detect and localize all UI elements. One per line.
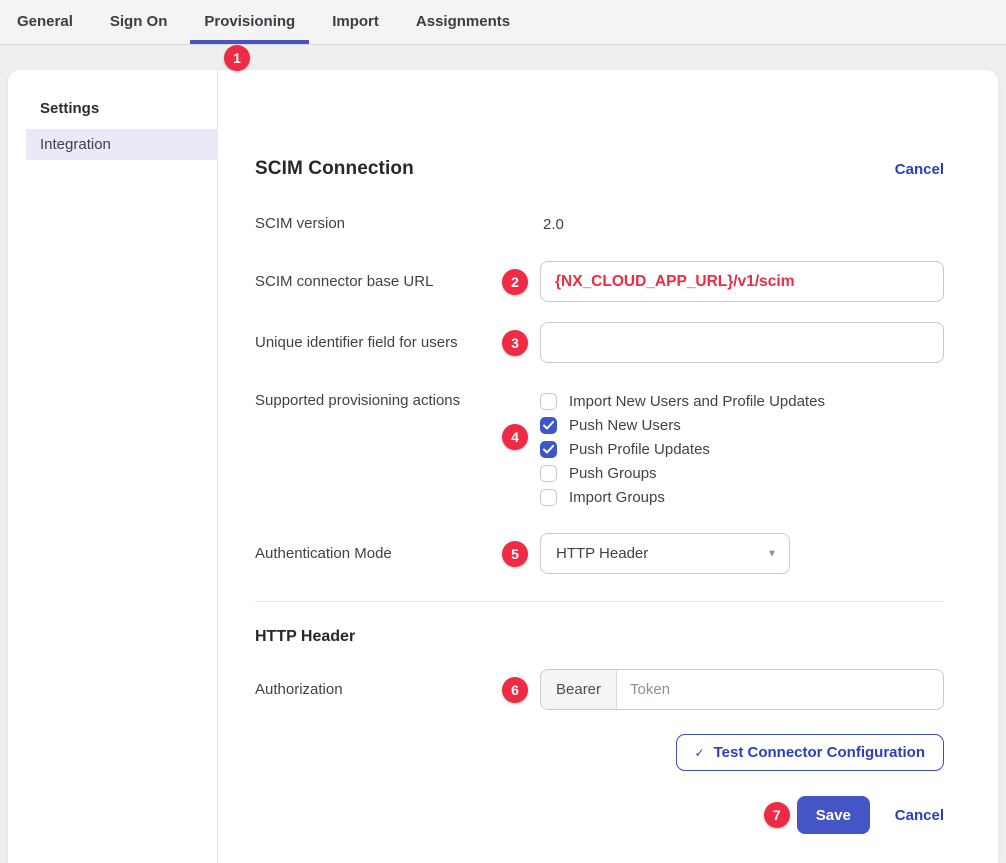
step-badge-3: 3 — [502, 330, 528, 356]
test-connector-configuration-button[interactable]: ✓ Test Connector Configuration — [676, 734, 944, 771]
chevron-down-icon: ▼ — [767, 548, 777, 559]
scim-version-label: SCIM version — [255, 214, 540, 234]
test-connector-configuration-label: Test Connector Configuration — [714, 744, 925, 761]
scim-connection-panel: SCIM Connection Cancel SCIM version 2.0 … — [218, 70, 998, 863]
tab-general[interactable]: General — [3, 0, 87, 44]
bearer-prefix: Bearer — [541, 670, 617, 709]
sidebar-item-integration[interactable]: Integration — [26, 129, 217, 160]
authorization-input-group: Bearer — [540, 669, 944, 710]
scim-version-value: 2.0 — [540, 216, 944, 233]
cancel-link-top[interactable]: Cancel — [895, 161, 944, 178]
checkbox-import-groups[interactable] — [540, 489, 557, 506]
step-badge-7: 7 — [764, 802, 790, 828]
check-icon: ✓ — [695, 746, 705, 760]
authentication-mode-label: Authentication Mode — [255, 544, 540, 564]
checkbox-row-push-groups[interactable]: Push Groups — [540, 461, 944, 485]
page-title: SCIM Connection — [255, 158, 414, 180]
checkbox-row-import-groups[interactable]: Import Groups — [540, 485, 944, 509]
settings-sidebar: Settings Integration — [8, 70, 218, 863]
unique-identifier-label: Unique identifier field for users — [255, 333, 540, 353]
base-url-input[interactable] — [540, 261, 944, 302]
unique-identifier-input[interactable] — [540, 322, 944, 363]
step-badge-4: 4 — [502, 424, 528, 450]
step-badge-2: 2 — [502, 269, 528, 295]
tab-provisioning[interactable]: Provisioning — [190, 0, 309, 44]
section-divider — [255, 601, 944, 602]
provisioning-actions-list: Import New Users and Profile Updates Pus… — [540, 389, 944, 509]
checkbox-import-new-users[interactable] — [540, 393, 557, 410]
tab-import[interactable]: Import — [318, 0, 393, 44]
step-badge-5: 5 — [502, 541, 528, 567]
checkbox-row-push-new-users[interactable]: Push New Users — [540, 413, 944, 437]
checkbox-push-groups[interactable] — [540, 465, 557, 482]
cancel-link-bottom[interactable]: Cancel — [895, 807, 944, 824]
checkbox-label: Push Profile Updates — [569, 441, 710, 458]
check-icon — [543, 421, 554, 430]
check-icon — [543, 445, 554, 454]
step-badge-1: 1 — [224, 45, 250, 71]
save-button[interactable]: Save — [797, 796, 870, 834]
http-header-section-title: HTTP Header — [255, 628, 944, 646]
provisioning-actions-label: Supported provisioning actions — [255, 389, 540, 413]
checkbox-row-push-profile-updates[interactable]: Push Profile Updates — [540, 437, 944, 461]
base-url-label: SCIM connector base URL — [255, 272, 540, 292]
authentication-mode-select[interactable]: HTTP Header ▼ — [540, 533, 790, 574]
authentication-mode-value: HTTP Header — [556, 545, 648, 562]
checkbox-label: Push Groups — [569, 465, 657, 482]
tab-sign-on[interactable]: Sign On — [96, 0, 182, 44]
checkbox-label: Import New Users and Profile Updates — [569, 393, 825, 410]
checkbox-row-import-new-users[interactable]: Import New Users and Profile Updates — [540, 389, 944, 413]
authorization-label: Authorization — [255, 680, 540, 700]
checkbox-label: Import Groups — [569, 489, 665, 506]
step-badge-6: 6 — [502, 677, 528, 703]
checkbox-push-profile-updates[interactable] — [540, 441, 557, 458]
token-input[interactable] — [617, 670, 943, 709]
sidebar-heading: Settings — [8, 100, 217, 129]
app-tabbar: General Sign On Provisioning Import Assi… — [0, 0, 1006, 45]
tab-assignments[interactable]: Assignments — [402, 0, 524, 44]
checkbox-label: Push New Users — [569, 417, 681, 434]
settings-card: Settings Integration SCIM Connection Can… — [8, 70, 998, 863]
checkbox-push-new-users[interactable] — [540, 417, 557, 434]
